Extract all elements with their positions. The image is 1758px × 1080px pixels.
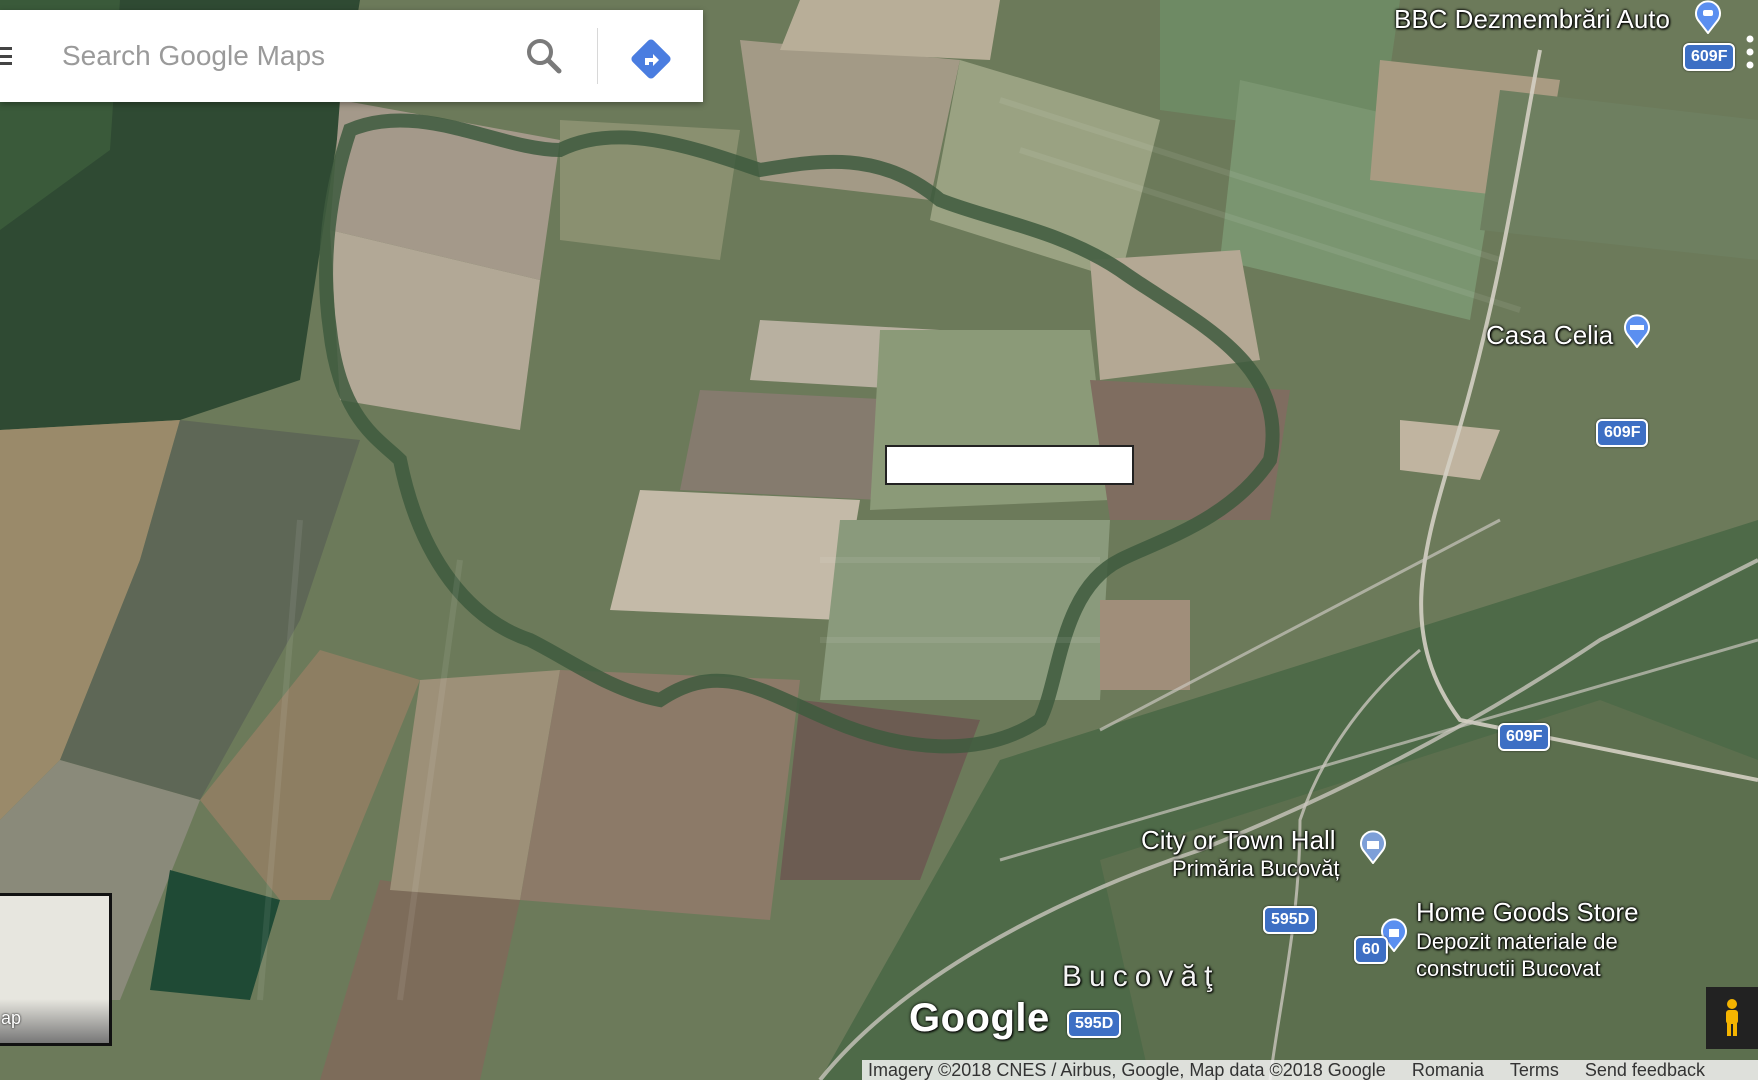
more-options-icon[interactable] — [1745, 34, 1755, 70]
redaction-box — [885, 445, 1134, 485]
search-input[interactable] — [60, 39, 524, 73]
send-feedback-link[interactable]: Send feedback — [1585, 1060, 1705, 1080]
attribution-bar: Imagery ©2018 CNES / Airbus, Google, Map… — [862, 1060, 1758, 1080]
map-layer-toggle[interactable]: ap — [0, 893, 112, 1046]
google-logo: Google — [909, 996, 1050, 1040]
attribution-imagery: Imagery ©2018 CNES / Airbus, Google, Map… — [868, 1060, 1386, 1080]
place-label-casa-celia[interactable]: Casa Celia — [1486, 320, 1613, 351]
townhall-pin-icon[interactable] — [1358, 830, 1388, 864]
road-shield: 609F — [1683, 43, 1736, 71]
attribution-country: Romania — [1411, 1060, 1484, 1080]
terms-link[interactable]: Terms — [1510, 1060, 1559, 1080]
search-icon[interactable] — [522, 34, 566, 78]
place-label-store-line1[interactable]: Depozit materiale de — [1416, 929, 1618, 955]
road-shield: 595D — [1263, 906, 1318, 934]
hotel-pin-icon[interactable] — [1622, 314, 1652, 348]
pegman-icon[interactable] — [1706, 987, 1758, 1049]
car-pin-icon[interactable] — [1693, 0, 1723, 34]
road-shield: 60 — [1354, 936, 1388, 964]
place-label-townhall-category[interactable]: City or Town Hall — [1141, 825, 1336, 856]
town-label: Bucovăţ — [1062, 960, 1220, 993]
menu-icon[interactable] — [0, 43, 14, 69]
search-divider — [597, 28, 598, 84]
search-box — [0, 10, 703, 102]
road-shield: 595D — [1067, 1010, 1122, 1038]
road-shield: 609F — [1596, 419, 1649, 447]
map-layer-label: ap — [1, 1008, 22, 1028]
place-label-townhall-name[interactable]: Primăria Bucovăț — [1172, 856, 1340, 882]
road-shield: 609F — [1498, 723, 1551, 751]
place-label-store-line2[interactable]: constructii Bucovat — [1416, 956, 1601, 982]
directions-icon[interactable] — [629, 37, 673, 81]
place-label-store-category[interactable]: Home Goods Store — [1416, 897, 1639, 928]
place-label-bbc[interactable]: BBC Dezmembrări Auto — [1394, 4, 1670, 35]
